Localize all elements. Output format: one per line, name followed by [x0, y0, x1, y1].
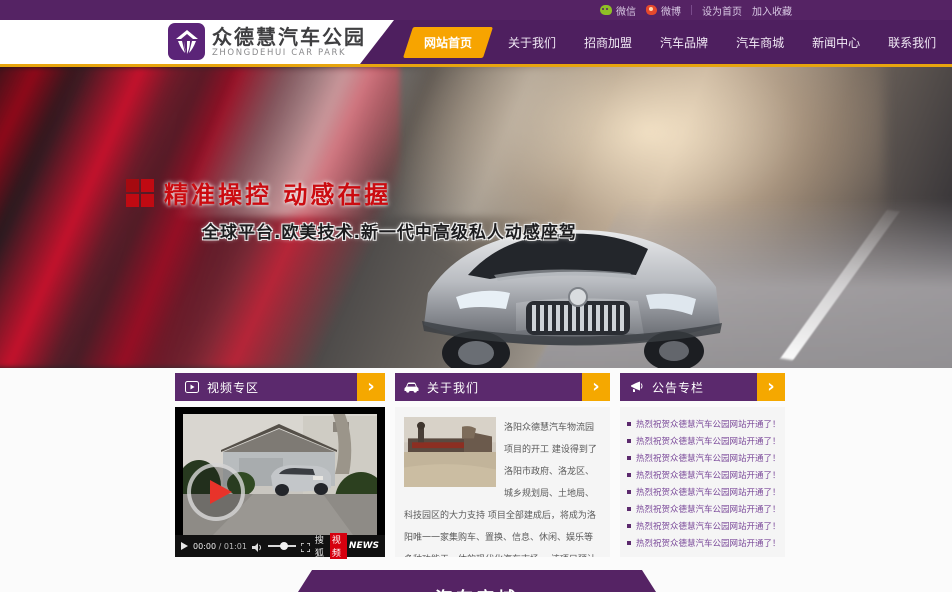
- nav-item-home[interactable]: 网站首页: [403, 27, 493, 58]
- notice-text: 热烈祝贺众德慧汽车公园网站开通了！: [636, 452, 778, 464]
- notice-text: 热烈祝贺众德慧汽车公园网站开通了！: [636, 469, 778, 481]
- nav-item-about[interactable]: 关于我们: [494, 27, 570, 58]
- video-panel-more-button[interactable]: ›: [357, 373, 385, 401]
- footer-section-title: 汽车商城: [435, 584, 519, 592]
- nav-item-join[interactable]: 招商加盟: [570, 27, 646, 58]
- nav-list: 网站首页 关于我们 招商加盟 汽车品牌 汽车商城 新闻中心 联系我们: [360, 27, 950, 58]
- add-favorite-label: 加入收藏: [752, 3, 792, 18]
- video-icon: [184, 381, 199, 393]
- footer-section-banner: 汽车商城: [298, 570, 656, 592]
- notice-item[interactable]: 热烈祝贺众德慧汽车公园网站开通了！: [627, 432, 778, 449]
- nav-item-brands[interactable]: 汽车品牌: [646, 27, 722, 58]
- about-panel: 关于我们 › 洛阳众德慧汽车物流园项目的开工 建设得到了洛阳市政府、洛龙区、城乡…: [395, 373, 610, 557]
- set-home-label: 设为首页: [702, 3, 742, 18]
- notice-text: 热烈祝贺众德慧汽车公园网站开通了！: [636, 418, 778, 430]
- notice-text: 热烈祝贺众德慧汽车公园网站开通了！: [636, 537, 778, 549]
- notice-item[interactable]: 热烈祝贺众德慧汽车公园网站开通了！: [627, 483, 778, 500]
- logo-subtitle: ZHONGDEHUI CAR PARK: [212, 48, 366, 58]
- weibo-link[interactable]: 微博: [646, 3, 681, 18]
- play-button[interactable]: [181, 542, 188, 550]
- notice-item[interactable]: 热烈祝贺众德慧汽车公园网站开通了！: [627, 534, 778, 551]
- notice-text: 热烈祝贺众德慧汽车公园网站开通了！: [636, 486, 778, 498]
- notice-item[interactable]: 热烈祝贺众德慧汽车公园网站开通了！: [627, 415, 778, 432]
- fullscreen-icon[interactable]: [301, 537, 310, 556]
- bullet-icon: [627, 439, 631, 443]
- about-panel-title: 关于我们: [427, 379, 479, 396]
- content-section: 视频专区 ›: [0, 368, 952, 592]
- logo-title: 众德慧汽车公园: [212, 26, 366, 48]
- video-panel-title: 视频专区: [207, 379, 259, 396]
- header: 众德慧汽车公园 ZHONGDEHUI CAR PARK 网站首页 关于我们 招商…: [0, 20, 952, 64]
- bullet-icon: [627, 524, 631, 528]
- about-thumbnail: [404, 417, 496, 487]
- notice-item[interactable]: 热烈祝贺众德慧汽车公园网站开通了！: [627, 449, 778, 466]
- notice-list: 热烈祝贺众德慧汽车公园网站开通了！ 热烈祝贺众德慧汽车公园网站开通了！ 热烈祝贺…: [620, 407, 785, 557]
- page: 微信 微博 设为首页 加入收藏: [0, 0, 952, 592]
- volume-icon[interactable]: [252, 537, 263, 556]
- hero-banner[interactable]: 精准操控 动感在握 全球平台.欧美技术.新一代中高级私人动感座驾: [0, 67, 952, 368]
- bullet-icon: [627, 541, 631, 545]
- video-panel-header: 视频专区 ›: [175, 373, 385, 401]
- bullet-icon: [627, 456, 631, 460]
- nav-item-contact[interactable]: 联系我们: [874, 27, 950, 58]
- sohu-label: 搜狐: [315, 533, 328, 559]
- notice-item[interactable]: 热烈祝贺众德慧汽车公园网站开通了！: [627, 517, 778, 534]
- video-controls: 00:00 / 01:01 搜狐 视频 NEWS: [175, 535, 385, 557]
- notice-panel: 公告专栏 › 热烈祝贺众德慧汽车公园网站开通了！ 热烈祝贺众德慧汽车公园网站开通…: [620, 373, 785, 557]
- bullet-icon: [627, 422, 631, 426]
- notice-panel-title: 公告专栏: [652, 379, 704, 396]
- notice-panel-header: 公告专栏 ›: [620, 373, 785, 401]
- weibo-icon: [646, 5, 657, 15]
- topbar: 微信 微博 设为首页 加入收藏: [0, 0, 952, 20]
- hero-slogan: 精准操控 动感在握 全球平台.欧美技术.新一代中高级私人动感座驾: [126, 175, 577, 243]
- logo-icon: [168, 23, 205, 60]
- video-brand: 搜狐 视频 NEWS: [315, 533, 379, 559]
- set-home-link[interactable]: 设为首页: [702, 3, 742, 18]
- notice-item[interactable]: 热烈祝贺众德慧汽车公园网站开通了！: [627, 500, 778, 517]
- megaphone-icon: [629, 381, 644, 393]
- volume-slider[interactable]: [268, 545, 296, 547]
- news-label: NEWS: [349, 541, 379, 551]
- topbar-links: 微信 微博 设为首页 加入收藏: [600, 0, 792, 20]
- notice-text: 热烈祝贺众德慧汽车公园网站开通了！: [636, 503, 778, 515]
- main-nav: 网站首页 关于我们 招商加盟 汽车品牌 汽车商城 新闻中心 联系我们: [360, 20, 952, 64]
- slogan-sub: 全球平台.欧美技术.新一代中高级私人动感座驾: [202, 218, 577, 243]
- wechat-icon: [600, 5, 612, 15]
- video-time: 00:00 / 01:01: [193, 542, 247, 551]
- notice-text: 热烈祝贺众德慧汽车公园网站开通了！: [636, 520, 778, 532]
- bullet-icon: [627, 473, 631, 477]
- about-panel-header: 关于我们 ›: [395, 373, 610, 401]
- bullet-icon: [627, 490, 631, 494]
- add-favorite-link[interactable]: 加入收藏: [752, 3, 792, 18]
- video-badge: 视频: [330, 533, 347, 559]
- topbar-divider: [691, 5, 692, 15]
- slogan-main: 精准操控 动感在握: [164, 175, 391, 210]
- about-panel-more-button[interactable]: ›: [582, 373, 610, 401]
- logo-text: 众德慧汽车公园 ZHONGDEHUI CAR PARK: [212, 26, 366, 58]
- notice-panel-more-button[interactable]: ›: [757, 373, 785, 401]
- nav-item-home-label: 网站首页: [424, 34, 472, 51]
- bullet-icon: [627, 507, 631, 511]
- notice-item[interactable]: 热烈祝贺众德慧汽车公园网站开通了！: [627, 466, 778, 483]
- nav-item-news[interactable]: 新闻中心: [798, 27, 874, 58]
- notice-text: 热烈祝贺众德慧汽车公园网站开通了！: [636, 435, 778, 447]
- red-grid-icon: [126, 179, 154, 207]
- big-play-button[interactable]: [187, 463, 245, 521]
- video-player[interactable]: 00:00 / 01:01 搜狐 视频 NEWS: [175, 407, 385, 557]
- weibo-label: 微博: [661, 3, 681, 18]
- wechat-label: 微信: [616, 3, 636, 18]
- video-panel: 视频专区 ›: [175, 373, 385, 557]
- car-icon: [404, 381, 419, 393]
- logo[interactable]: 众德慧汽车公园 ZHONGDEHUI CAR PARK: [168, 23, 366, 60]
- nav-item-mall[interactable]: 汽车商城: [722, 27, 798, 58]
- wechat-link[interactable]: 微信: [600, 3, 636, 18]
- about-body: 洛阳众德慧汽车物流园项目的开工 建设得到了洛阳市政府、洛龙区、城乡规划局、土地局…: [395, 407, 610, 557]
